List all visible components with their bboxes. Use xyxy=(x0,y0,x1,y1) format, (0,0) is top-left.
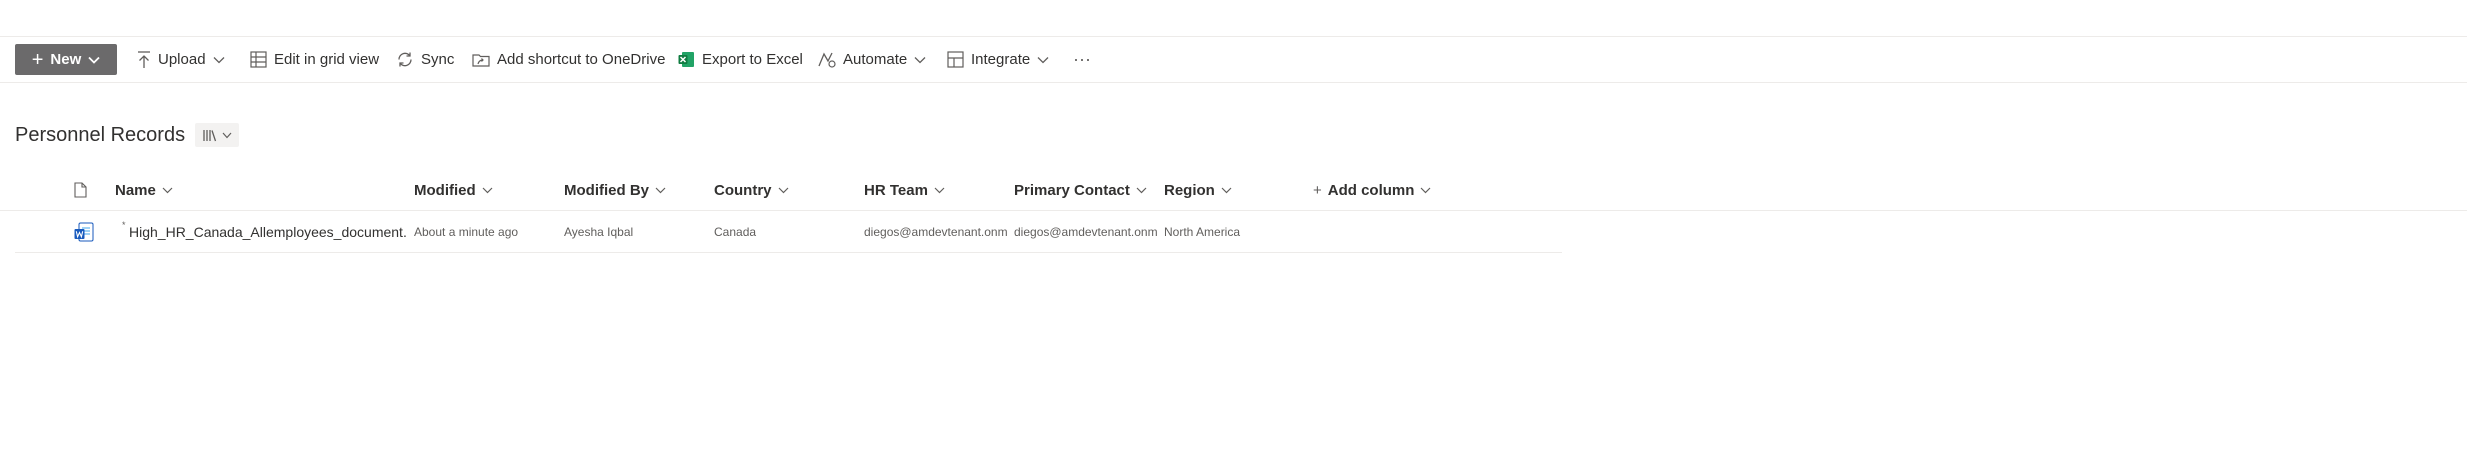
chevron-down-icon xyxy=(222,132,232,138)
chevron-down-icon xyxy=(1136,187,1147,193)
column-header-hr-team-label: HR Team xyxy=(864,181,928,199)
column-header-region-label: Region xyxy=(1164,181,1215,199)
more-options-icon: ··· xyxy=(1073,49,1091,69)
column-header-modified-label: Modified xyxy=(414,181,476,199)
add-column-button[interactable]: + Add column xyxy=(1313,170,1431,210)
hr-team-cell[interactable]: diegos@amdevtenant.onm xyxy=(864,211,1008,252)
automate-button[interactable]: Automate xyxy=(818,44,926,75)
chevron-down-icon xyxy=(88,56,100,64)
word-file-icon xyxy=(74,211,96,252)
edit-grid-view-label: Edit in grid view xyxy=(274,51,380,68)
upload-label: Upload xyxy=(158,51,206,68)
integrate-icon xyxy=(947,51,964,68)
add-shortcut-onedrive-button[interactable]: Add shortcut to OneDrive xyxy=(472,44,665,75)
page-title: Personnel Records xyxy=(15,123,186,146)
automate-icon xyxy=(818,52,836,68)
column-header-region[interactable]: Region xyxy=(1164,170,1232,210)
sync-icon xyxy=(398,52,412,67)
column-header-primary-contact[interactable]: Primary Contact xyxy=(1014,170,1147,210)
chevron-down-icon xyxy=(914,56,926,63)
column-header-primary-contact-label: Primary Contact xyxy=(1014,181,1130,199)
chevron-down-icon xyxy=(1221,187,1232,193)
column-header-country-label: Country xyxy=(714,181,772,199)
export-excel-label: Export to Excel xyxy=(702,51,803,68)
shortcut-icon xyxy=(472,54,490,67)
column-header-hr-team[interactable]: HR Team xyxy=(864,170,945,210)
column-header-country[interactable]: Country xyxy=(714,170,789,210)
automate-label: Automate xyxy=(843,51,908,68)
add-shortcut-label: Add shortcut to OneDrive xyxy=(497,51,666,68)
edit-grid-view-button[interactable]: Edit in grid view xyxy=(250,44,379,75)
sharepoint-library-page: + New Upload Edit in grid view Sync Add … xyxy=(0,0,2467,466)
table-row[interactable]: * High_HR_Canada_Allemployees_document..… xyxy=(15,211,1562,253)
chevron-down-icon xyxy=(1037,56,1049,63)
chevron-down-icon xyxy=(934,187,945,193)
file-name: High_HR_Canada_Allemployees_document.... xyxy=(129,223,408,240)
add-column-label: Add column xyxy=(1327,181,1415,199)
file-name-link[interactable]: * High_HR_Canada_Allemployees_document..… xyxy=(108,211,408,252)
document-icon xyxy=(74,182,87,198)
modified-cell: About a minute ago xyxy=(414,224,519,239)
grid-icon xyxy=(250,51,267,68)
plus-icon: + xyxy=(31,48,44,71)
export-to-excel-button[interactable]: Export to Excel xyxy=(678,44,803,75)
upload-icon xyxy=(138,50,150,68)
upload-button[interactable]: Upload xyxy=(137,44,225,75)
more-options-button[interactable]: ··· xyxy=(1073,44,1091,75)
region-cell: North America xyxy=(1164,224,1241,239)
column-header-modified-by-label: Modified By xyxy=(564,181,649,199)
column-header-row: Name Modified Modified By Country HR Tea… xyxy=(0,170,2467,211)
plus-icon: + xyxy=(1313,181,1322,199)
file-type-column-header[interactable] xyxy=(74,170,87,210)
sync-button[interactable]: Sync xyxy=(396,44,454,75)
column-header-modified[interactable]: Modified xyxy=(414,170,493,210)
chevron-down-icon xyxy=(778,187,788,193)
column-header-modified-by[interactable]: Modified By xyxy=(564,170,666,210)
new-file-indicator-icon: * xyxy=(122,220,126,230)
integrate-button[interactable]: Integrate xyxy=(947,44,1049,75)
sync-label: Sync xyxy=(421,51,455,68)
chevron-down-icon xyxy=(1421,187,1431,193)
column-header-name[interactable]: Name xyxy=(115,170,173,210)
chevron-down-icon xyxy=(162,187,173,193)
library-icon xyxy=(202,129,216,141)
country-cell: Canada xyxy=(714,224,757,239)
new-button[interactable]: + New xyxy=(15,44,117,75)
excel-icon xyxy=(678,52,694,67)
modified-by-cell[interactable]: Ayesha Iqbal xyxy=(564,211,709,252)
integrate-label: Integrate xyxy=(971,51,1031,68)
primary-contact-cell[interactable]: diegos@amdevtenant.onm xyxy=(1014,211,1158,252)
command-bar: + New Upload Edit in grid view Sync Add … xyxy=(0,37,2467,83)
library-header: Personnel Records xyxy=(15,120,240,150)
column-header-name-label: Name xyxy=(115,181,156,199)
new-button-label: New xyxy=(50,51,82,68)
chevron-down-icon xyxy=(482,187,493,193)
view-switcher-button[interactable] xyxy=(195,123,240,147)
chevron-down-icon xyxy=(655,187,666,193)
chevron-down-icon xyxy=(213,56,225,63)
